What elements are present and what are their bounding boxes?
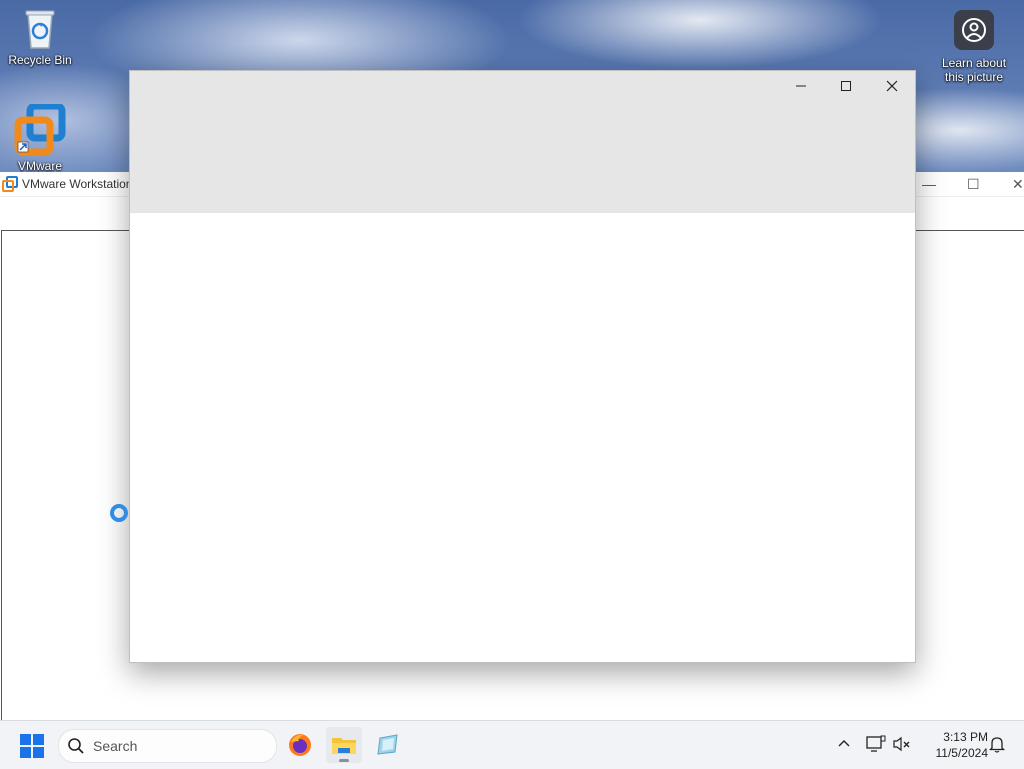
search-placeholder: Search bbox=[93, 738, 138, 754]
window-titlebar bbox=[130, 71, 915, 213]
vmware-app-icon bbox=[2, 176, 18, 192]
chevron-up-icon[interactable] bbox=[836, 735, 852, 751]
vmware-workstation-icon bbox=[377, 734, 398, 755]
desktop-icon-label: Recycle Bin bbox=[8, 53, 72, 67]
close-icon[interactable]: ✕ bbox=[1012, 176, 1024, 193]
vmware-window-title: VMware Workstation bbox=[22, 177, 133, 191]
network-icon[interactable] bbox=[866, 735, 886, 753]
taskbar-vmware-workstation[interactable] bbox=[370, 727, 406, 763]
desktop-icon-recycle-bin[interactable]: Recycle Bin bbox=[2, 6, 78, 67]
clock-date: 11/5/2024 bbox=[935, 746, 989, 760]
notification-bell-icon[interactable] bbox=[988, 735, 1006, 753]
taskbar-file-explorer[interactable] bbox=[326, 727, 362, 763]
minimize-icon[interactable]: — bbox=[922, 176, 936, 192]
blank-app-window[interactable] bbox=[129, 70, 916, 663]
vmware-icon bbox=[14, 102, 66, 156]
close-button[interactable] bbox=[869, 71, 915, 101]
taskbar-firefox[interactable] bbox=[282, 727, 318, 763]
minimize-button[interactable] bbox=[778, 71, 824, 101]
taskbar-clock[interactable]: 3:13 PM 11/5/2024 bbox=[918, 729, 989, 761]
desktop: Recycle Bin VMware Learn about this pict… bbox=[0, 0, 1024, 720]
loading-spinner-icon bbox=[110, 504, 128, 522]
maximize-icon bbox=[841, 81, 851, 91]
windows-logo-icon bbox=[20, 734, 44, 758]
close-icon bbox=[886, 80, 898, 92]
recycle-bin-icon bbox=[25, 10, 55, 49]
maximize-icon[interactable]: ☐ bbox=[967, 176, 980, 193]
taskbar-search[interactable]: Search bbox=[58, 729, 277, 763]
clock-time: 3:13 PM bbox=[943, 730, 988, 744]
search-icon bbox=[68, 738, 84, 754]
desktop-icon-label: VMware bbox=[17, 159, 62, 173]
taskbar: Search 3:13 PM 11/5/2024 bbox=[0, 720, 1024, 769]
camera-icon bbox=[954, 10, 994, 50]
desktop-icon-vmware[interactable]: VMware bbox=[2, 102, 78, 173]
volume-muted-icon[interactable] bbox=[892, 735, 912, 753]
learn-about-picture-label: Learn about this picture bbox=[941, 56, 1007, 84]
start-button[interactable] bbox=[14, 731, 50, 761]
firefox-icon bbox=[289, 734, 311, 756]
minimize-icon bbox=[796, 85, 806, 87]
window-content-area bbox=[130, 213, 915, 662]
learn-about-picture[interactable]: Learn about this picture bbox=[936, 10, 1012, 84]
maximize-button[interactable] bbox=[823, 71, 869, 101]
file-explorer-icon bbox=[332, 738, 356, 754]
